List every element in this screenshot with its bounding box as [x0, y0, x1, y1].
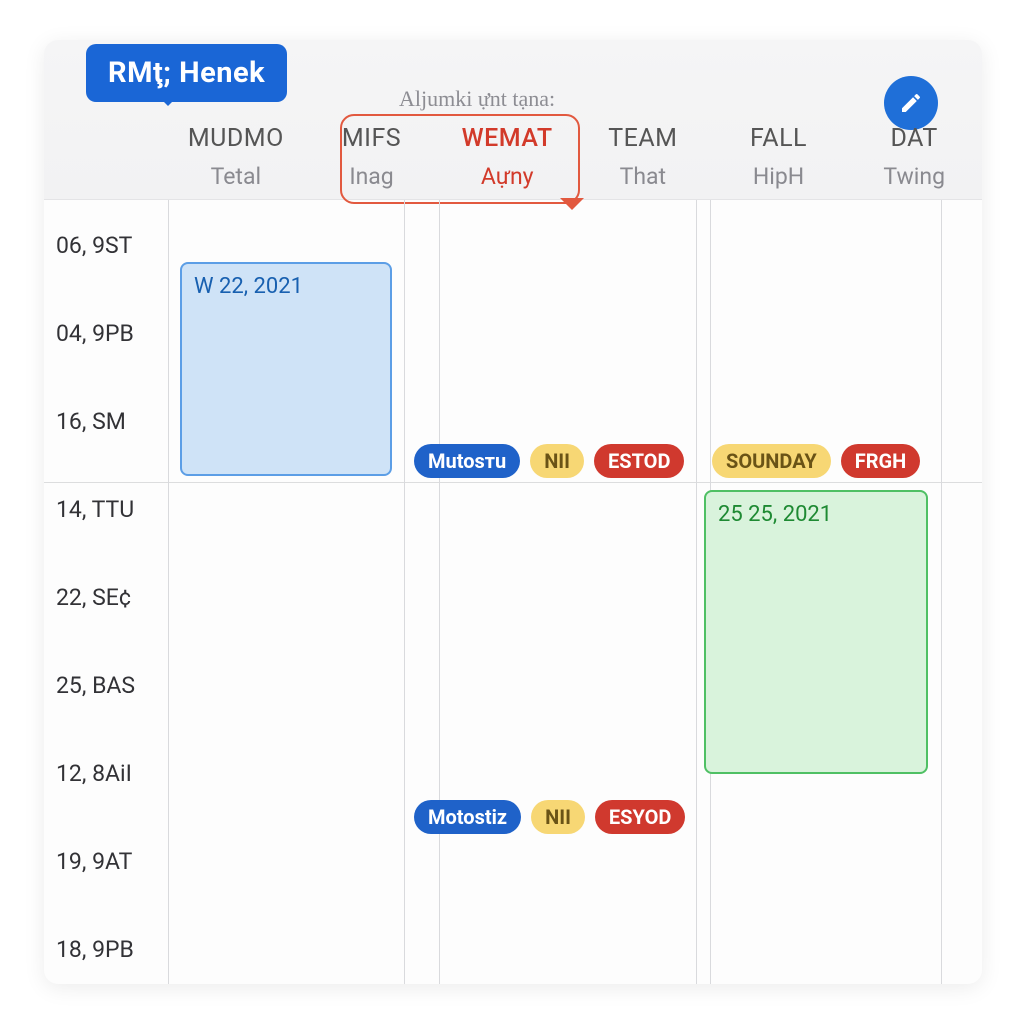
event-block-green[interactable]: 25 25, 2021 [704, 490, 928, 774]
day-header-1[interactable]: MIFS Inag [304, 124, 440, 190]
day-header-label: MIFS [304, 124, 440, 153]
pill[interactable]: NII [530, 444, 584, 478]
time-label: 19, 9AT [56, 848, 132, 875]
day-header-4[interactable]: FALL HipH [711, 124, 847, 190]
day-header-sub: Inag [304, 163, 440, 190]
time-label: 06, 9ST [56, 232, 132, 259]
event-title: 25 25, 2021 [718, 502, 832, 527]
pill-row-2: Motostiz NII ESYOD [414, 800, 685, 834]
day-header-label: TEAM [575, 124, 711, 153]
event-block-blue[interactable]: W 22, 2021 [180, 262, 392, 476]
calendar-header: RMţ; Henek Aljumki ựnt tạna: MUDMO Tetal… [44, 40, 982, 200]
time-gutter-head [44, 124, 168, 190]
pill[interactable]: Motostiz [414, 800, 521, 834]
header-subtitle: Aljumki ựnt tạna: [399, 86, 555, 112]
day-header-sub: HipH [711, 163, 847, 190]
day-header-5[interactable]: DAT Twing [846, 124, 982, 190]
time-label: 16, SM [56, 408, 126, 435]
day-header-sub: Twing [846, 163, 982, 190]
pill-row-1b: SOUNDAY FRGH [712, 444, 920, 478]
time-label: 12, 8AiI [56, 760, 132, 787]
time-label: 14, TTU [56, 496, 134, 523]
event-title: W 22, 2021 [194, 274, 303, 299]
day-header-2[interactable]: WEMAT Aựny [439, 124, 575, 190]
grid-vline [404, 200, 405, 984]
user-tooltip-badge[interactable]: RMţ; Henek [86, 44, 287, 102]
grid-vline [696, 200, 697, 984]
pencil-icon [899, 91, 923, 115]
pill[interactable]: FRGH [841, 444, 921, 478]
day-header-label: WEMAT [439, 124, 575, 153]
day-headers-row: MUDMO Tetal MIFS Inag WEMAT Aựny TEAM Th… [44, 124, 982, 190]
time-gutter: 06, 9ST 04, 9PB 16, SM 14, TTU 22, SE¢ 2… [44, 200, 168, 984]
time-label: 22, SE¢ [56, 584, 131, 611]
day-header-sub: Aựny [439, 163, 575, 190]
day-header-label: DAT [846, 124, 982, 153]
day-header-sub: Tetal [168, 163, 304, 190]
day-header-0[interactable]: MUDMO Tetal [168, 124, 304, 190]
day-header-label: MUDMO [168, 124, 304, 153]
time-label: 25, BAS [56, 672, 135, 699]
grid-vline [168, 200, 169, 984]
grid-vline [941, 200, 942, 984]
day-column-3[interactable] [575, 200, 710, 984]
pill[interactable]: SOUNDAY [712, 444, 831, 478]
time-label: 04, 9PB [56, 320, 134, 347]
pill[interactable]: ESTOD [594, 444, 684, 478]
pill-row-1: Mutosтu NII ESTOD [414, 444, 684, 478]
pill[interactable]: Mutosтu [414, 444, 520, 478]
day-column-2[interactable] [439, 200, 575, 984]
day-header-label: FALL [711, 124, 847, 153]
day-header-3[interactable]: TEAM That [575, 124, 711, 190]
edit-button[interactable] [884, 76, 938, 130]
time-label: 18, 9PB [56, 936, 134, 963]
pill[interactable]: ESYOD [595, 800, 685, 834]
pill[interactable]: NII [531, 800, 585, 834]
day-header-sub: That [575, 163, 711, 190]
calendar-grid[interactable]: 06, 9ST 04, 9PB 16, SM 14, TTU 22, SE¢ 2… [44, 200, 982, 984]
calendar-card: RMţ; Henek Aljumki ựnt tạna: MUDMO Tetal… [44, 40, 982, 984]
